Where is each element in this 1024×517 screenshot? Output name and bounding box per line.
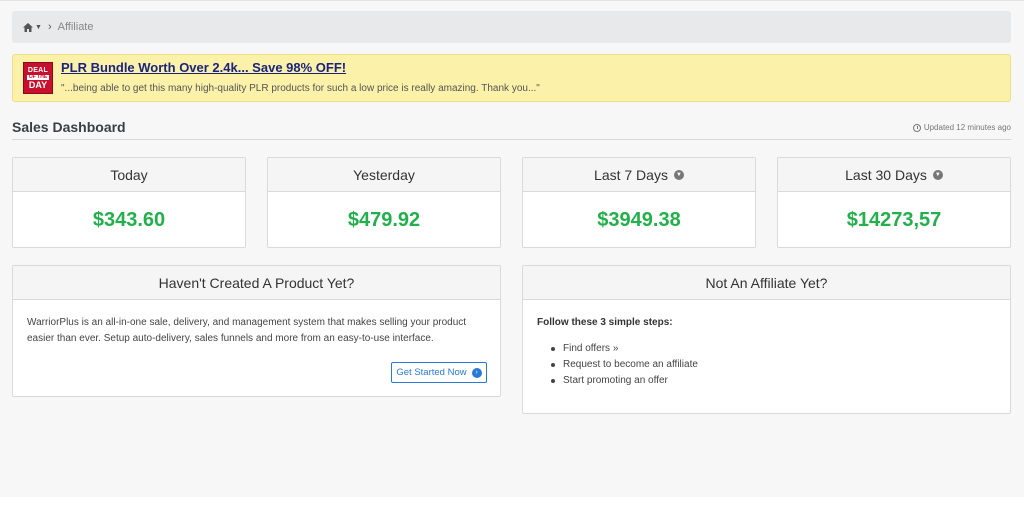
deal-badge: DEAL OF THE DAY xyxy=(23,62,53,94)
stat-card-yesterday: Yesterday $479.92 xyxy=(267,157,501,248)
stat-value: $343.60 xyxy=(92,208,166,231)
stat-card-today: Today $343.60 xyxy=(12,157,246,248)
stat-label: Last 7 Days xyxy=(594,166,668,183)
updated-timestamp: Updated 12 minutes ago xyxy=(912,123,1011,132)
home-menu[interactable]: ▼ xyxy=(23,22,42,32)
get-started-button[interactable]: Get Started Now › xyxy=(391,362,487,383)
step-start-promoting: Start promoting an offer xyxy=(549,373,698,389)
stat-dropdown-7-days[interactable]: Last 7 Days ▼ xyxy=(523,158,755,192)
stat-value: $3949.38 xyxy=(597,208,681,231)
deal-text: PLR Bundle Worth Over 2.4k... Save 98% O… xyxy=(61,60,540,96)
deal-badge-line3: DAY xyxy=(28,79,48,90)
chevron-down-icon[interactable]: ▼ xyxy=(932,169,943,180)
stat-label: Today xyxy=(110,166,148,183)
stat-label: Last 30 Days xyxy=(845,166,927,183)
panel-body: WarriorPlus is an all-in-one sale, deliv… xyxy=(27,317,467,344)
updated-text: Updated 12 minutes ago xyxy=(923,123,1011,132)
chevron-right-icon: › xyxy=(47,21,52,33)
stat-value: $479.92 xyxy=(347,208,421,231)
arrow-right-icon: › xyxy=(471,367,482,378)
page-title: Sales Dashboard xyxy=(12,119,126,135)
clock-icon xyxy=(912,123,921,132)
get-started-label: Get Started Now xyxy=(396,367,467,378)
page: ▼ › Affiliate DEAL OF THE DAY PLR Bundle… xyxy=(0,0,1024,497)
breadcrumb: ▼ › Affiliate xyxy=(12,11,1011,43)
chevron-down-icon[interactable]: ▼ xyxy=(673,169,684,180)
deal-quote: "...being able to get this many high-qua… xyxy=(61,83,540,94)
stat-card-last-30-days: Last 30 Days ▼ $14273,57 xyxy=(777,157,1011,248)
stat-label: Yesterday xyxy=(353,166,415,183)
home-icon xyxy=(23,22,33,32)
deal-badge-line1: DEAL xyxy=(27,66,49,74)
deal-title-link[interactable]: PLR Bundle Worth Over 2.4k... Save 98% O… xyxy=(61,60,540,75)
stat-value: $14273,57 xyxy=(846,208,942,231)
deal-of-the-day-banner: DEAL OF THE DAY PLR Bundle Worth Over 2.… xyxy=(12,54,1011,102)
panel-title: Haven't Created A Product Yet? xyxy=(13,266,500,300)
steps-title: Follow these 3 simple steps: xyxy=(537,317,673,328)
stat-dropdown-30-days[interactable]: Last 30 Days ▼ xyxy=(778,158,1010,192)
steps-list: Find offers » Request to become an affil… xyxy=(549,341,698,389)
panel-title: Not An Affiliate Yet? xyxy=(523,266,1010,300)
step-request-affiliate: Request to become an affiliate xyxy=(549,357,698,373)
breadcrumb-current: Affiliate xyxy=(57,21,94,33)
deal-badge-line2: OF THE xyxy=(26,73,50,80)
dashboard-header: Sales Dashboard Updated 12 minutes ago xyxy=(12,118,1011,140)
stat-card-last-7-days: Last 7 Days ▼ $3949.38 xyxy=(522,157,756,248)
caret-down-icon: ▼ xyxy=(35,23,42,31)
affiliate-panel: Not An Affiliate Yet? Follow these 3 sim… xyxy=(522,265,1011,414)
step-find-offers-link[interactable]: Find offers » xyxy=(549,341,698,357)
create-product-panel: Haven't Created A Product Yet? WarriorPl… xyxy=(12,265,501,397)
